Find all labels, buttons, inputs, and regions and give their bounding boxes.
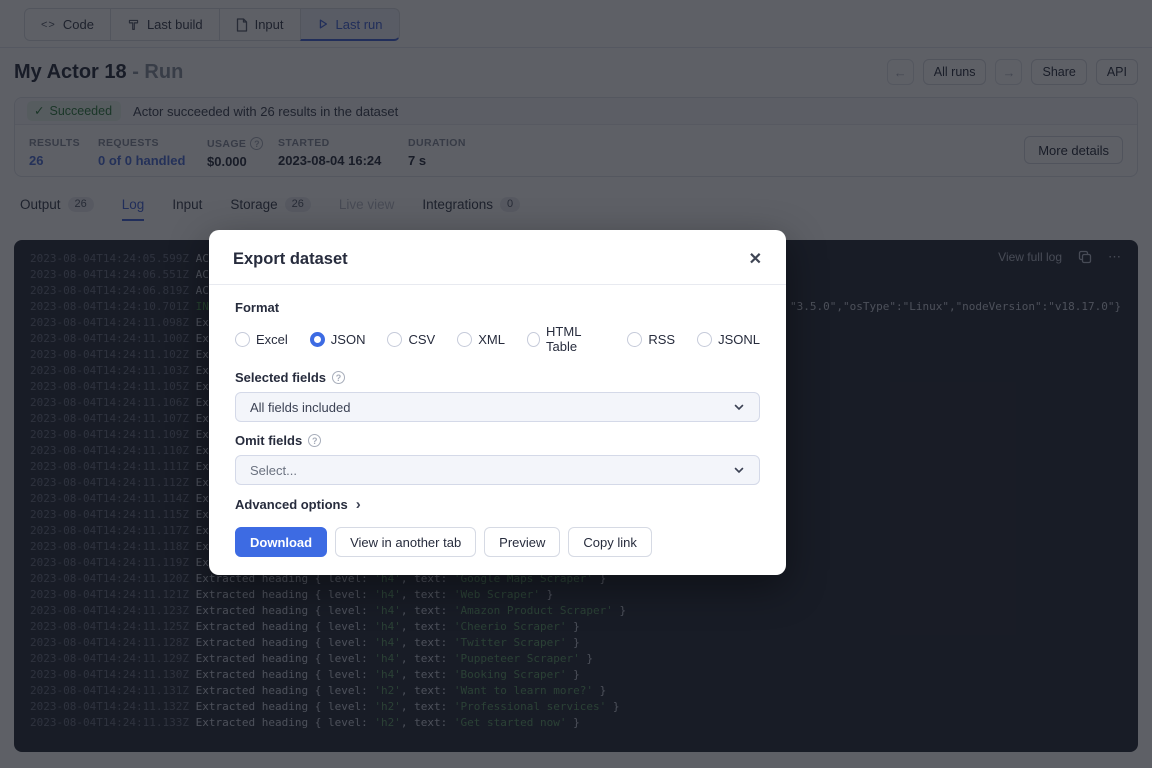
omit-fields-select[interactable]: Select...: [235, 455, 760, 485]
omit-fields-label: Omit fields ?: [235, 433, 760, 448]
format-radio-excel[interactable]: Excel: [235, 324, 288, 354]
omit-fields-value: Select...: [250, 463, 297, 478]
radio-label: JSON: [331, 332, 366, 347]
modal-body: Format Excel JSON CSV XML HTML Table RSS JSONL…: [209, 285, 786, 575]
format-radio-rss[interactable]: RSS: [627, 324, 675, 354]
radio-label: HTML Table: [546, 324, 605, 354]
modal-title: Export dataset: [233, 250, 348, 269]
modal-actions: Download View in another tab Preview Cop…: [235, 527, 760, 557]
close-icon[interactable]: ✕: [749, 249, 762, 269]
selected-fields-label-text: Selected fields: [235, 370, 326, 385]
selected-fields-value: All fields included: [250, 400, 350, 415]
radio-icon: [387, 332, 402, 347]
selected-fields-label: Selected fields ?: [235, 370, 760, 385]
radio-icon: [627, 332, 642, 347]
export-dataset-modal: Export dataset ✕ Format Excel JSON CSV XML H…: [209, 230, 786, 575]
modal-header: Export dataset ✕: [209, 230, 786, 285]
run-page: <>CodeLast buildInputLast run My Actor 1…: [0, 0, 1152, 768]
advanced-options-label: Advanced options: [235, 497, 348, 512]
radio-label: XML: [478, 332, 505, 347]
radio-label: Excel: [256, 332, 288, 347]
radio-icon: [457, 332, 472, 347]
format-radio-html-table[interactable]: HTML Table: [527, 324, 605, 354]
radio-icon: [697, 332, 712, 347]
radio-icon: [235, 332, 250, 347]
preview-button[interactable]: Preview: [484, 527, 560, 557]
copy-link-button[interactable]: Copy link: [568, 527, 651, 557]
help-icon[interactable]: ?: [308, 434, 321, 447]
format-label: Format: [235, 300, 760, 315]
radio-label: CSV: [408, 332, 435, 347]
radio-label: RSS: [648, 332, 675, 347]
radio-icon: [527, 332, 540, 347]
selected-fields-select[interactable]: All fields included: [235, 392, 760, 422]
advanced-options-toggle[interactable]: Advanced options ›: [235, 496, 760, 513]
chevron-down-icon: [733, 464, 745, 476]
radio-label: JSONL: [718, 332, 760, 347]
view-in-another-tab-button[interactable]: View in another tab: [335, 527, 476, 557]
format-radio-jsonl[interactable]: JSONL: [697, 324, 760, 354]
format-radio-group: Excel JSON CSV XML HTML Table RSS JSONL: [235, 324, 760, 354]
omit-fields-label-text: Omit fields: [235, 433, 302, 448]
format-radio-xml[interactable]: XML: [457, 324, 505, 354]
format-radio-json[interactable]: JSON: [310, 324, 366, 354]
format-radio-csv[interactable]: CSV: [387, 324, 435, 354]
chevron-right-icon: ›: [356, 496, 361, 513]
download-button[interactable]: Download: [235, 527, 327, 557]
chevron-down-icon: [733, 401, 745, 413]
radio-icon: [310, 332, 325, 347]
help-icon[interactable]: ?: [332, 371, 345, 384]
